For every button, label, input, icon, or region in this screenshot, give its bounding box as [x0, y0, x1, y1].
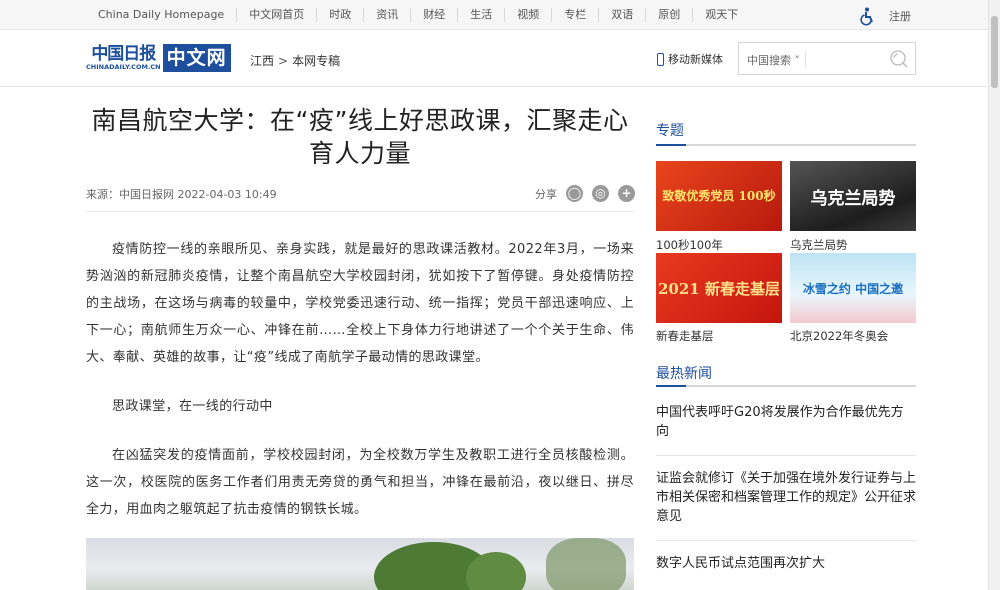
divider	[656, 540, 916, 541]
accessibility-icon[interactable]	[858, 6, 878, 26]
article-paragraph: 疫情防控一线的亲眼所见、亲身实践，就是最好的思政课活教材。2022年3月，一场来…	[86, 242, 634, 365]
search-icon[interactable]	[887, 48, 909, 70]
nav-politics[interactable]: 时政	[317, 8, 365, 22]
logo-url-text: CHINADAILY.COM.CN	[86, 63, 161, 71]
share-bar: 分享 ◯ ◎ +	[535, 185, 635, 202]
breadcrumb-jiangxi[interactable]: 江西	[250, 54, 274, 68]
breadcrumb-exclusive[interactable]: 本网专稿	[292, 54, 340, 68]
mobile-media-link[interactable]: 移动新媒体	[657, 51, 723, 67]
nav-finance[interactable]: 财经	[411, 8, 459, 22]
hot-news-item[interactable]: 中国代表呼吁G20将发展作为合作最优先方向	[656, 403, 916, 441]
weibo-share-icon[interactable]: ◎	[592, 185, 609, 202]
share-label: 分享	[535, 187, 557, 201]
nav-news[interactable]: 资讯	[364, 8, 412, 22]
wechat-share-icon[interactable]: ◯	[566, 185, 583, 202]
divider	[86, 211, 634, 212]
article-photo	[86, 538, 634, 590]
logo-china-daily-text: 中国日报	[91, 44, 156, 64]
china-daily-logo[interactable]: 中国日报 CHINADAILY.COM.CN 中文网	[86, 42, 231, 74]
nav-video[interactable]: 视频	[505, 8, 553, 22]
topic-label[interactable]: 北京2022年冬奥会	[790, 328, 888, 344]
topic-tile-ukraine[interactable]: 乌克兰局势	[790, 161, 916, 231]
topic-label[interactable]: 新春走基层	[656, 328, 714, 344]
nav-life[interactable]: 生活	[458, 8, 506, 22]
article-meta: 来源：中国日报网 2022-04-03 10:49	[86, 188, 277, 201]
topic-tile-winter-olympics[interactable]: 冰雪之约 中国之邀	[790, 253, 916, 323]
page-scrollbar[interactable]	[988, 0, 1000, 590]
mobile-media-label: 移动新媒体	[668, 53, 723, 66]
nav-original[interactable]: 原创	[646, 8, 694, 22]
topic-tile-100s[interactable]: 致敬优秀党员 100秒	[656, 161, 782, 231]
logo-chinese-site-text: 中文网	[162, 44, 231, 72]
scrollbar-thumb[interactable]	[991, 16, 998, 88]
topic-image-text: 致敬优秀党员 100秒	[662, 189, 776, 203]
nav-bilingual[interactable]: 双语	[599, 8, 647, 22]
more-share-icon[interactable]: +	[618, 185, 635, 202]
article-paragraph: 在凶猛突发的疫情面前，学校校园封闭，为全校数万学生及教职工进行全员核酸检测。这一…	[86, 448, 634, 517]
topics-heading-underline	[656, 144, 916, 146]
search-scope-dropdown[interactable]: 中国搜索 ˅	[747, 52, 800, 68]
top-nav-links: China Daily Homepage 中文网首页 时政 资讯 财经 生活 视…	[86, 0, 750, 30]
hot-news-heading-underline	[656, 385, 916, 387]
nav-columns[interactable]: 专栏	[552, 8, 600, 22]
search-box[interactable]: 中国搜索 ˅	[738, 42, 916, 75]
breadcrumb: 江西 > 本网专稿	[250, 52, 340, 69]
hot-news-heading: 最热新闻	[656, 366, 712, 382]
nav-cn-homepage[interactable]: 中文网首页	[237, 8, 318, 22]
nav-world[interactable]: 观天下	[693, 8, 750, 22]
site-header: 中国日报 CHINADAILY.COM.CN 中文网 江西 > 本网专稿 移动新媒体…	[0, 31, 1000, 87]
topic-tile-spring[interactable]: 2021 新春走基层	[656, 253, 782, 323]
top-navigation-bar: China Daily Homepage 中文网首页 时政 资讯 财经 生活 视…	[0, 0, 1000, 30]
breadcrumb-separator: >	[278, 54, 289, 68]
nav-china-daily-homepage[interactable]: China Daily Homepage	[86, 8, 238, 22]
topic-image-text: 冰雪之约 中国之邀	[802, 281, 904, 296]
topic-image-text: 乌克兰局势	[810, 188, 896, 209]
topic-label[interactable]: 100秒100年	[656, 237, 723, 253]
register-link[interactable]: 注册	[889, 8, 911, 24]
phone-icon	[657, 52, 664, 66]
topic-image-text: 2021 新春走基层	[658, 279, 780, 298]
topics-heading: 专题	[656, 123, 684, 139]
hot-news-item[interactable]: 证监会就修订《关于加强在境外发行证券与上市相关保密和档案管理工作的规定》公开征求…	[656, 469, 916, 526]
article-subheading: 思政课堂，在一线的行动中	[112, 399, 273, 414]
article-title: 南昌航空大学：在“疫”线上好思政课，汇聚走心育人力量	[91, 106, 629, 168]
divider	[656, 455, 916, 456]
hot-news-item[interactable]: 数字人民币试点范围再次扩大	[656, 554, 916, 573]
topic-label[interactable]: 乌克兰局势	[790, 237, 848, 253]
article-body: 疫情防控一线的亲眼所见、亲身实践，就是最好的思政课活教材。2022年3月，一场来…	[86, 236, 634, 545]
